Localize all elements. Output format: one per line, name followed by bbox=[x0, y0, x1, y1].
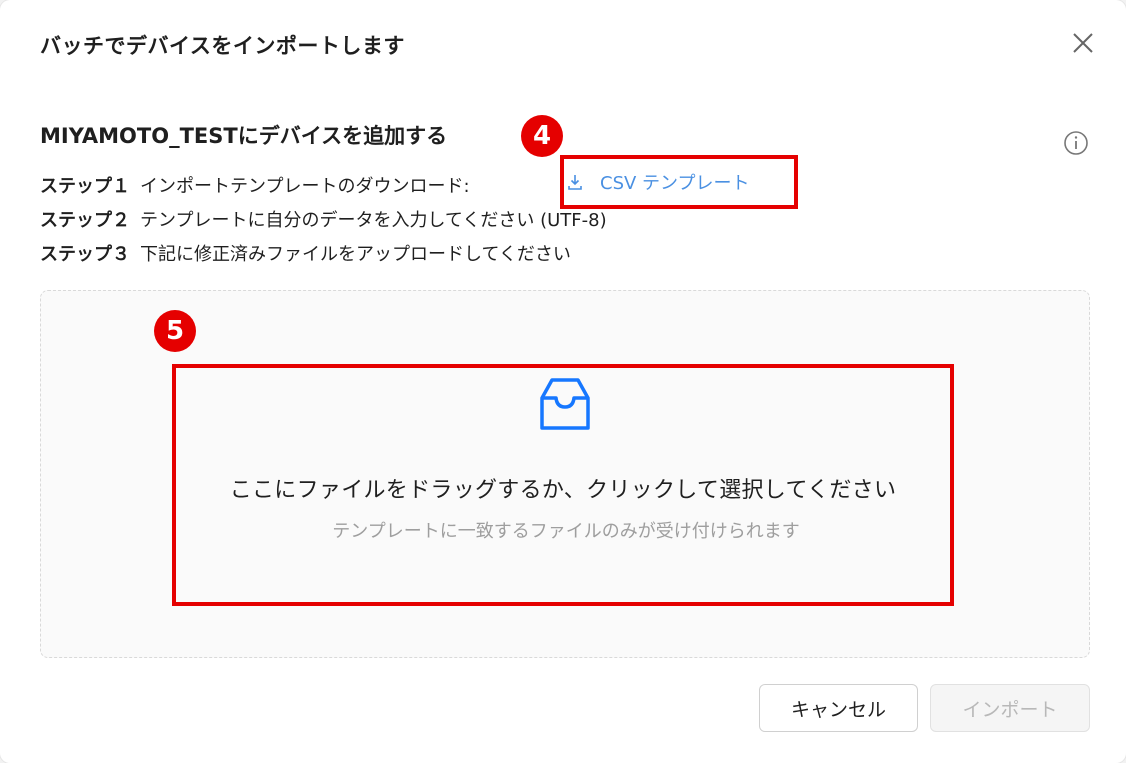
highlight-box-step4 bbox=[560, 155, 798, 209]
step-1-text: インポートテンプレートのダウンロード: bbox=[140, 176, 470, 197]
step-badge-4: 4 bbox=[521, 115, 563, 157]
step-2: ステップ２ テンプレートに自分のデータを入力してください (UTF-8) bbox=[40, 206, 607, 232]
step-3: ステップ３ 下記に修正済みファイルをアップロードしてください bbox=[40, 240, 571, 266]
step-1-label: ステップ１ bbox=[40, 176, 130, 197]
close-icon[interactable] bbox=[1068, 28, 1098, 58]
step-3-text: 下記に修正済みファイルをアップロードしてください bbox=[140, 244, 571, 265]
step-badge-5: 5 bbox=[154, 310, 196, 352]
step-1: ステップ１ インポートテンプレートのダウンロード: bbox=[40, 172, 470, 198]
step-2-label: ステップ２ bbox=[40, 210, 130, 231]
modal-title: バッチでデバイスをインポートします bbox=[40, 34, 405, 58]
cancel-button[interactable]: キャンセル bbox=[759, 684, 918, 732]
info-icon[interactable] bbox=[1063, 130, 1089, 156]
highlight-box-step5 bbox=[172, 364, 954, 606]
import-devices-modal: バッチでデバイスをインポートします MIYAMOTO_TESTにデバイスを追加す… bbox=[0, 0, 1126, 763]
step-3-label: ステップ３ bbox=[40, 244, 130, 265]
import-button[interactable]: インポート bbox=[930, 684, 1090, 732]
section-title: MIYAMOTO_TESTにデバイスを追加する bbox=[40, 124, 448, 148]
step-2-text: テンプレートに自分のデータを入力してください (UTF-8) bbox=[140, 210, 607, 231]
